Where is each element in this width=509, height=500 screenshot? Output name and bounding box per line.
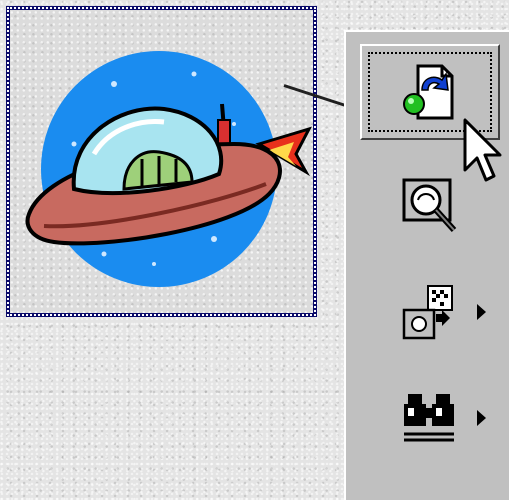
submenu-arrow-icon <box>477 304 486 320</box>
flying-saucer-clip-art <box>25 51 312 287</box>
add-to-category-button[interactable] <box>360 264 500 360</box>
find-similar-clips-button[interactable] <box>360 370 500 466</box>
submenu-arrow-icon <box>477 410 486 426</box>
mouse-cursor-icon <box>463 118 502 182</box>
add-to-category-icon <box>402 285 453 340</box>
find-similar-binoculars-icon <box>404 394 454 442</box>
clip-popup-toolbar <box>344 30 509 500</box>
preview-clip-magnifier-icon <box>402 178 457 233</box>
clip-art-thumbnail[interactable] <box>6 6 317 317</box>
